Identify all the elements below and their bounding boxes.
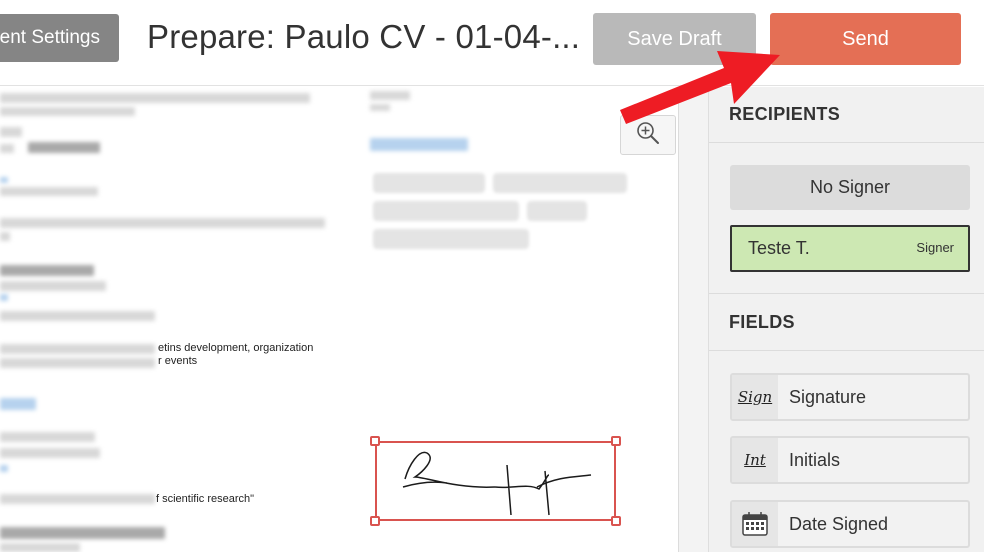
placed-signature-field[interactable] bbox=[370, 436, 621, 526]
divider bbox=[709, 350, 984, 351]
blurred-text bbox=[0, 527, 165, 539]
blurred-text bbox=[0, 187, 98, 196]
signature-field-button[interactable]: Sign Signature bbox=[730, 373, 970, 421]
blurred-text bbox=[0, 358, 155, 368]
blurred-text bbox=[0, 107, 135, 116]
blurred-text bbox=[0, 543, 80, 552]
blurred-text bbox=[0, 294, 8, 301]
send-button[interactable]: Send bbox=[770, 13, 961, 65]
divider bbox=[709, 142, 984, 143]
date-signed-field-button[interactable]: Date Signed bbox=[730, 500, 970, 548]
blurred-text bbox=[0, 448, 100, 458]
field-label: Date Signed bbox=[789, 514, 889, 534]
blurred-tag bbox=[493, 173, 627, 193]
recipient-name: Teste T. bbox=[748, 238, 810, 258]
calendar-icon bbox=[732, 502, 778, 546]
blurred-text bbox=[0, 144, 14, 153]
blurred-text bbox=[0, 494, 155, 504]
resize-handle-bottom-right[interactable] bbox=[611, 516, 621, 526]
signature-icon: Sign bbox=[732, 375, 778, 419]
blurred-text bbox=[0, 398, 36, 410]
blurred-text bbox=[370, 104, 390, 111]
blurred-text bbox=[0, 465, 8, 472]
page-title: Prepare: Paulo CV - 01-04-... bbox=[147, 18, 581, 55]
save-draft-button[interactable]: Save Draft bbox=[593, 13, 756, 65]
blurred-text bbox=[0, 218, 325, 228]
blurred-tag bbox=[373, 173, 485, 193]
resize-handle-top-right[interactable] bbox=[611, 436, 621, 446]
right-sidebar: RECIPIENTS No Signer Teste T. Signer FIE… bbox=[678, 87, 984, 552]
document-text: f scientific research" bbox=[156, 493, 255, 505]
resize-handle-bottom-left[interactable] bbox=[370, 516, 380, 526]
fields-heading: FIELDS bbox=[729, 312, 795, 332]
blurred-text bbox=[0, 177, 8, 183]
zoom-in-button[interactable] bbox=[620, 115, 676, 155]
field-label: Initials bbox=[789, 450, 841, 470]
document-preview[interactable]: etins development, organization r events… bbox=[0, 87, 678, 552]
blurred-text bbox=[0, 432, 95, 442]
no-signer-button[interactable]: No Signer bbox=[730, 165, 970, 210]
blurred-text bbox=[0, 232, 10, 241]
blurred-text bbox=[0, 344, 155, 354]
blurred-text bbox=[0, 311, 155, 321]
blurred-text bbox=[28, 142, 100, 153]
blurred-text bbox=[0, 281, 106, 291]
recipient-teste[interactable]: Teste T. Signer bbox=[730, 225, 970, 272]
blurred-tag bbox=[527, 201, 587, 221]
blurred-tag bbox=[373, 229, 529, 249]
recipient-role: Signer bbox=[916, 240, 954, 255]
blurred-text bbox=[0, 265, 94, 276]
document-text: etins development, organization bbox=[158, 342, 314, 354]
signature-drawing bbox=[402, 451, 592, 516]
recipients-heading: RECIPIENTS bbox=[729, 104, 841, 124]
initials-field-button[interactable]: Int Initials bbox=[730, 436, 970, 484]
resize-handle-top-left[interactable] bbox=[370, 436, 380, 446]
divider bbox=[709, 293, 984, 294]
blurred-text bbox=[370, 91, 410, 100]
blurred-tag bbox=[373, 201, 519, 221]
blurred-text bbox=[0, 127, 22, 137]
blurred-text bbox=[370, 138, 468, 151]
initials-icon: Int bbox=[732, 438, 778, 482]
top-bar: ent Settings Prepare: Paulo CV - 01-04-.… bbox=[0, 0, 984, 86]
field-label: Signature bbox=[789, 387, 867, 407]
zoom-in-icon bbox=[635, 120, 661, 151]
blurred-text bbox=[0, 93, 310, 103]
document-settings-button[interactable]: ent Settings bbox=[0, 14, 119, 62]
document-text: r events bbox=[158, 355, 198, 367]
